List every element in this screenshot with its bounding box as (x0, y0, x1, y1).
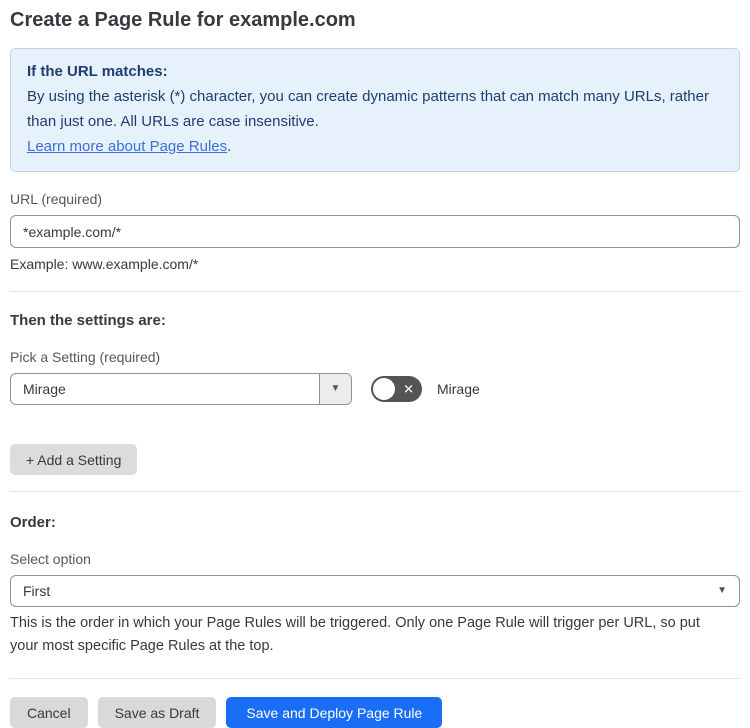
caret-down-icon: ▼ (717, 585, 727, 596)
info-box-body: By using the asterisk (*) character, you… (27, 88, 709, 130)
toggle-knob (373, 378, 395, 400)
url-input[interactable] (10, 215, 740, 248)
url-match-info-box: If the URL matches: By using the asteris… (10, 48, 740, 172)
order-section-heading: Order: (10, 514, 56, 531)
order-select-value: First (23, 583, 51, 599)
setting-row: Mirage ▼ ✕ Mirage (10, 373, 740, 405)
info-box-heading: If the URL matches: (27, 63, 168, 80)
url-field-label: URL (required) (10, 191, 103, 207)
learn-more-link[interactable]: Learn more about Page Rules (27, 138, 227, 155)
footer-actions: Cancel Save as Draft Save and Deploy Pag… (10, 697, 740, 728)
save-and-deploy-button[interactable]: Save and Deploy Page Rule (226, 697, 443, 728)
divider (10, 491, 740, 492)
page-title: Create a Page Rule for example.com (10, 9, 356, 31)
caret-down-icon: ▼ (330, 383, 341, 394)
order-select-label: Select option (10, 551, 91, 567)
x-mark-icon: ✕ (403, 381, 414, 397)
cancel-button[interactable]: Cancel (10, 697, 88, 728)
setting-picker-select[interactable]: Mirage ▼ (10, 373, 352, 405)
order-select[interactable]: First ▼ (10, 575, 740, 607)
page-rule-form: Create a Page Rule for example.com If th… (0, 0, 750, 728)
settings-section-heading: Then the settings are: (10, 312, 166, 329)
add-setting-button[interactable]: + Add a Setting (10, 444, 138, 475)
order-helper-text: This is the order in which your Page Rul… (10, 615, 700, 654)
toggle-label: Mirage (437, 381, 480, 397)
url-helper-text: Example: www.example.com/* (10, 256, 199, 272)
divider (10, 678, 740, 679)
setting-picker-caret-button[interactable]: ▼ (319, 374, 351, 404)
save-as-draft-button[interactable]: Save as Draft (97, 697, 217, 728)
mirage-toggle[interactable]: ✕ (371, 376, 422, 402)
setting-picker-label: Pick a Setting (required) (10, 349, 161, 365)
link-suffix: . (227, 138, 232, 155)
divider (10, 291, 740, 292)
setting-picker-value: Mirage (23, 381, 66, 397)
